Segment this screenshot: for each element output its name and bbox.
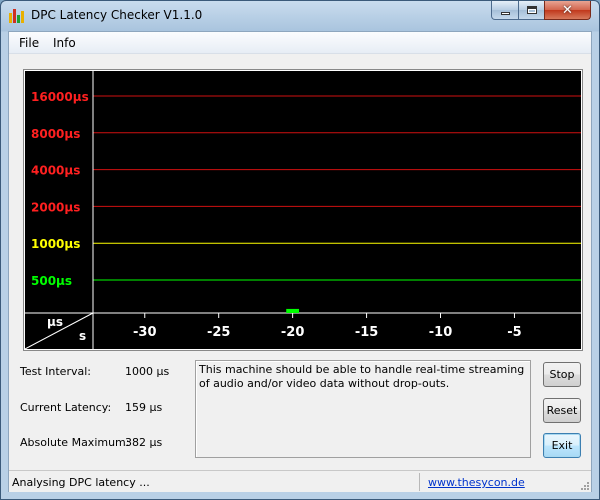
- x-tick-label-5: -5: [507, 325, 521, 340]
- y-tick-label-5: 500µs: [31, 274, 72, 288]
- y-tick-label-2: 4000µs: [31, 164, 80, 178]
- client-area: File Info 16000µs 8000µs 4000µs 2000µs 1000µ…: [8, 31, 592, 492]
- resize-grip-icon[interactable]: [579, 480, 589, 490]
- absolute-maximum-label: Absolute Maximum:: [20, 436, 130, 449]
- app-logo-icon: [9, 9, 25, 23]
- website-link[interactable]: www.thesycon.de: [428, 476, 525, 489]
- y-tick-label-3: 2000µs: [31, 200, 80, 214]
- status-message: This machine should be able to handle re…: [195, 360, 531, 458]
- menu-info[interactable]: Info: [53, 36, 76, 50]
- menu-file[interactable]: File: [19, 36, 39, 50]
- x-unit-label: s: [79, 329, 86, 343]
- minimize-icon: [500, 11, 510, 15]
- exit-button[interactable]: Exit: [543, 433, 581, 458]
- app-window: DPC Latency Checker V1.1.0 ✕ File Info 1…: [0, 0, 600, 500]
- x-tick-label-3: -15: [355, 325, 379, 340]
- test-interval-label: Test Interval:: [20, 365, 91, 378]
- menu-bar: File Info: [9, 32, 591, 54]
- latency-chart: 16000µs 8000µs 4000µs 2000µs 1000µs 500µs -30 -…: [25, 71, 581, 349]
- y-tick-label-0: 16000µs: [31, 90, 89, 104]
- latency-bar-13: [286, 308, 300, 313]
- title-bar[interactable]: DPC Latency Checker V1.1.0 ✕: [1, 1, 599, 31]
- close-icon: ✕: [562, 2, 573, 18]
- test-interval-value: 1000 µs: [125, 365, 170, 378]
- close-button[interactable]: ✕: [544, 1, 591, 20]
- current-latency-label: Current Latency:: [20, 401, 112, 414]
- y-tick-label-4: 1000µs: [31, 237, 80, 251]
- y-unit-label: µs: [47, 315, 63, 329]
- x-tick-label-1: -25: [207, 325, 231, 340]
- y-tick-label-1: 8000µs: [31, 127, 80, 141]
- latency-graph: 16000µs 8000µs 4000µs 2000µs 1000µs 500µs -30 -…: [23, 69, 583, 351]
- x-tick-label-2: -20: [281, 325, 305, 340]
- status-bar: Analysing DPC latency ... www.thesycon.d…: [9, 470, 591, 492]
- window-title: DPC Latency Checker V1.1.0: [31, 8, 203, 22]
- maximize-button[interactable]: [518, 1, 545, 20]
- absolute-maximum-value: 382 µs: [125, 436, 163, 449]
- status-separator: [419, 473, 420, 491]
- maximize-icon: [526, 6, 537, 14]
- stop-button[interactable]: Stop: [543, 362, 581, 387]
- current-latency-value: 159 µs: [125, 401, 163, 414]
- reset-button[interactable]: Reset: [543, 398, 581, 423]
- x-tick-label-4: -10: [429, 325, 453, 340]
- status-text: Analysing DPC latency ...: [12, 476, 150, 489]
- minimize-button[interactable]: [491, 1, 519, 20]
- x-tick-label-0: -30: [133, 325, 157, 340]
